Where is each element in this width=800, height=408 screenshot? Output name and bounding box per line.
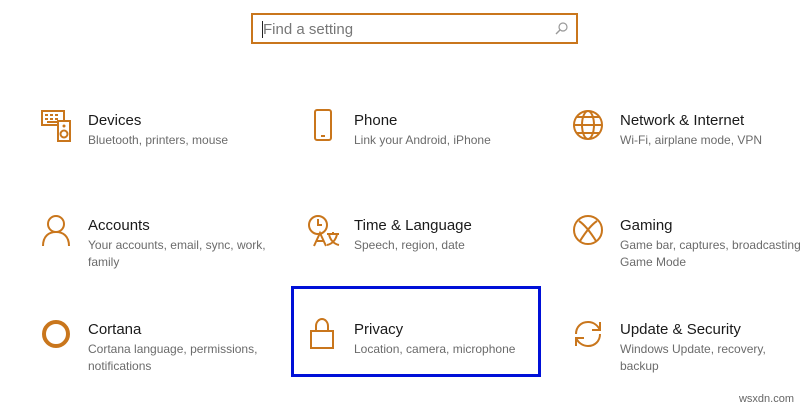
search-box[interactable] — [251, 13, 578, 44]
tile-description: Cortana language, permissions, notificat… — [88, 342, 258, 373]
tile-title: Cortana — [88, 321, 142, 338]
tile-description: Your accounts, email, sync, work, family — [88, 238, 266, 269]
tile-title: Accounts — [88, 217, 150, 234]
tile-description: Wi-Fi, airplane mode, VPN — [620, 133, 763, 147]
tile-cortana[interactable]: Cortana Cortana language, permissions, n… — [40, 318, 280, 398]
tile-description: Game bar, captures, broadcasting, Game M… — [620, 238, 800, 269]
tile-description: Windows Update, recovery, backup — [620, 342, 766, 373]
xbox-icon — [573, 215, 603, 245]
globe-icon — [573, 110, 603, 140]
tile-time-language[interactable]: Time & Language Speech, region, date — [306, 214, 546, 294]
watermark: wsxdn.com — [738, 393, 794, 405]
tile-title: Network & Internet — [620, 112, 745, 129]
search-icon[interactable] — [555, 22, 568, 35]
tile-gaming[interactable]: Gaming Game bar, captures, broadcasting,… — [572, 214, 800, 294]
tile-title: Time & Language — [354, 217, 472, 234]
tile-title: Phone — [354, 112, 398, 129]
cortana-ring-icon — [42, 320, 70, 348]
tile-phone[interactable]: Phone Link your Android, iPhone — [306, 109, 546, 189]
tile-description: Bluetooth, printers, mouse — [88, 133, 229, 147]
tile-devices[interactable]: Devices Bluetooth, printers, mouse — [40, 109, 280, 189]
tile-update-security[interactable]: Update & Security Windows Update, recove… — [572, 318, 800, 398]
person-icon — [42, 215, 70, 247]
tile-accounts[interactable]: Accounts Your accounts, email, sync, wor… — [40, 214, 280, 294]
search-input[interactable] — [263, 19, 543, 39]
phone-icon — [314, 109, 332, 141]
time-language-icon — [308, 215, 340, 247]
tile-description: Link your Android, iPhone — [354, 133, 491, 147]
tile-title: Gaming — [620, 217, 673, 234]
privacy-selection-highlight — [291, 286, 541, 377]
tile-description: Speech, region, date — [354, 238, 465, 252]
tile-title: Update & Security — [620, 321, 741, 338]
tile-network[interactable]: Network & Internet Wi-Fi, airplane mode,… — [572, 109, 800, 189]
keyboard-speaker-icon — [41, 110, 71, 142]
sync-arrows-icon — [575, 320, 601, 348]
tile-title: Devices — [88, 112, 142, 129]
